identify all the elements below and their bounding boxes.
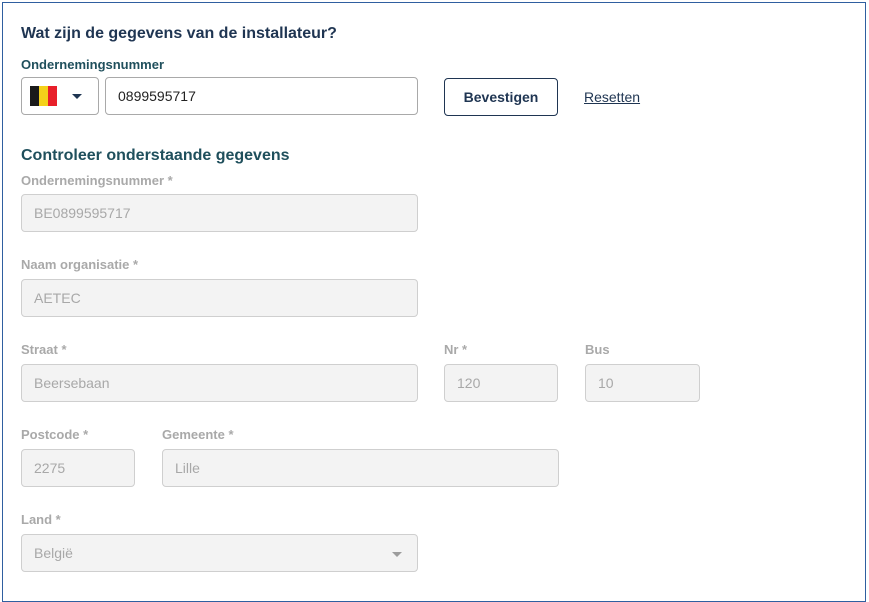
number-field: 120 [444, 364, 558, 402]
municipality-label: Gemeente * [162, 427, 234, 442]
box-label: Bus [585, 342, 610, 357]
box-value: 10 [598, 375, 614, 391]
postcode-label: Postcode * [21, 427, 89, 442]
box-field: 10 [585, 364, 700, 402]
confirm-button[interactable]: Bevestigen [444, 78, 558, 116]
org-name-field: AETEC [21, 279, 418, 317]
review-company-number-field: BE0899595717 [21, 194, 418, 232]
review-heading: Controleer onderstaande gegevens [21, 147, 290, 164]
org-name-label: Naam organisatie * [21, 257, 139, 272]
postcode-value: 2275 [34, 460, 66, 476]
municipality-field: Lille [162, 449, 559, 487]
org-name-value: AETEC [34, 290, 81, 306]
company-number-label: Ondernemingsnummer [21, 57, 165, 72]
review-company-number-value: BE0899595717 [34, 205, 131, 221]
street-label: Straat * [21, 342, 67, 357]
chevron-down-icon [72, 94, 82, 99]
street-value: Beersebaan [34, 375, 110, 391]
belgium-flag-icon [30, 86, 57, 106]
number-label: Nr * [444, 342, 468, 357]
installer-form-panel: Wat zijn de gegevens van de installateur… [2, 2, 866, 602]
country-select: België [21, 534, 418, 572]
installer-heading: Wat zijn de gegevens van de installateur… [21, 25, 337, 42]
company-number-value: 0899595717 [118, 88, 196, 104]
country-label: Land * [21, 512, 61, 527]
company-number-input[interactable]: 0899595717 [105, 77, 418, 115]
municipality-value: Lille [175, 460, 200, 476]
street-field: Beersebaan [21, 364, 418, 402]
chevron-down-icon [392, 552, 402, 557]
review-company-number-label: Ondernemingsnummer * [21, 173, 173, 188]
number-value: 120 [457, 375, 481, 391]
country-code-select[interactable] [21, 77, 99, 115]
country-value: België [34, 545, 73, 561]
postcode-field: 2275 [21, 449, 135, 487]
reset-link[interactable]: Resetten [584, 89, 640, 105]
